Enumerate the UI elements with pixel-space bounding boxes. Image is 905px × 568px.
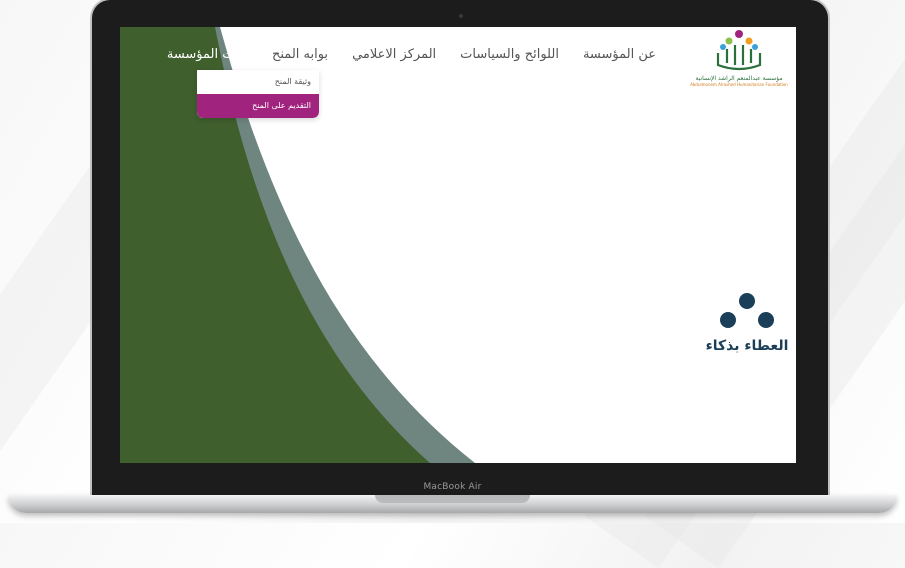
nav-grants-portal[interactable]: بوابه المنح — [272, 47, 328, 69]
dropdown-item-apply-grants[interactable]: التقديم على المنح — [197, 94, 319, 118]
nav-policies[interactable]: اللوائح والسياسات — [460, 47, 559, 69]
grants-dropdown-menu: وثيقة المنح التقديم على المنح — [197, 70, 319, 118]
brand-mark: العطاء بذكاء — [697, 292, 796, 354]
logo-icon — [716, 30, 762, 71]
camera — [459, 14, 463, 18]
nav-about[interactable]: عن المؤسسة — [583, 47, 656, 69]
brand-tagline: العطاء بذكاء — [705, 338, 789, 354]
screen: عن المؤسسة اللوائح والسياسات المركز الاع… — [120, 27, 796, 463]
laptop-notch — [375, 495, 530, 503]
nav-achievements[interactable]: ازات المؤسسة — [167, 47, 248, 69]
logo-arabic-text: مؤسسة عبدالمنعم الراشد الإنسانية — [695, 75, 783, 82]
foundation-logo[interactable]: مؤسسة عبدالمنعم الراشد الإنسانية Abdulmo… — [684, 29, 794, 95]
logo-english-text: Abdulmonem Alrashed Humanitarian Foundat… — [690, 82, 788, 87]
main-navigation: عن المؤسسة اللوائح والسياسات المركز الاع… — [120, 47, 656, 69]
dots-icon — [720, 293, 774, 328]
dropdown-item-grants-document[interactable]: وثيقة المنح — [197, 70, 319, 94]
device-label: MacBook Air — [423, 482, 482, 492]
nav-media-center[interactable]: المركز الاعلامي — [352, 47, 436, 69]
